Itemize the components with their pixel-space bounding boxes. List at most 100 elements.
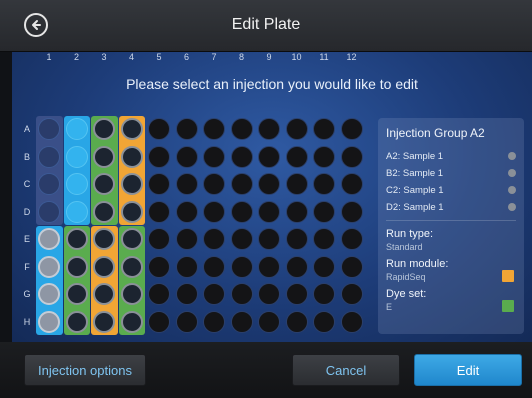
well-C6[interactable] [174,171,200,197]
well-H8[interactable] [229,309,255,335]
well-C11[interactable] [311,171,337,197]
well-D8[interactable] [229,199,255,225]
well-D4[interactable] [119,199,145,225]
well-E10[interactable] [284,226,310,252]
well-H9[interactable] [256,309,282,335]
well-B2[interactable] [64,144,90,170]
well-A5[interactable] [146,116,172,142]
well-F4[interactable] [119,254,145,280]
well-G10[interactable] [284,281,310,307]
well-D9[interactable] [256,199,282,225]
well-C3[interactable] [91,171,117,197]
well-D10[interactable] [284,199,310,225]
well-H12[interactable] [339,309,365,335]
well-C8[interactable] [229,171,255,197]
well-F11[interactable] [311,254,337,280]
well-H11[interactable] [311,309,337,335]
well-G6[interactable] [174,281,200,307]
well-B4[interactable] [119,144,145,170]
well-G2[interactable] [64,281,90,307]
well-A10[interactable] [284,116,310,142]
well-F6[interactable] [174,254,200,280]
injection-options-button[interactable]: Injection options [24,354,146,386]
well-C2[interactable] [64,171,90,197]
well-B3[interactable] [91,144,117,170]
well-A12[interactable] [339,116,365,142]
well-C9[interactable] [256,171,282,197]
well-G1[interactable] [36,281,62,307]
well-F7[interactable] [201,254,227,280]
well-F2[interactable] [64,254,90,280]
well-G7[interactable] [201,281,227,307]
well-A2[interactable] [64,116,90,142]
well-D1[interactable] [36,199,62,225]
well-G8[interactable] [229,281,255,307]
well-E2[interactable] [64,226,90,252]
well-A9[interactable] [256,116,282,142]
well-H2[interactable] [64,309,90,335]
well-B11[interactable] [311,144,337,170]
well-B12[interactable] [339,144,365,170]
well-C4[interactable] [119,171,145,197]
well-F9[interactable] [256,254,282,280]
well-B7[interactable] [201,144,227,170]
well-circle [148,255,170,278]
edit-button[interactable]: Edit [414,354,522,386]
well-F8[interactable] [229,254,255,280]
well-E9[interactable] [256,226,282,252]
well-E1[interactable] [36,226,62,252]
well-C1[interactable] [36,171,62,197]
well-C7[interactable] [201,171,227,197]
well-G5[interactable] [146,281,172,307]
well-G11[interactable] [311,281,337,307]
well-E6[interactable] [174,226,200,252]
well-D5[interactable] [146,199,172,225]
well-C10[interactable] [284,171,310,197]
well-E5[interactable] [146,226,172,252]
well-G9[interactable] [256,281,282,307]
well-E12[interactable] [339,226,365,252]
well-D6[interactable] [174,199,200,225]
well-A8[interactable] [229,116,255,142]
well-A7[interactable] [201,116,227,142]
well-E3[interactable] [91,226,117,252]
well-A6[interactable] [174,116,200,142]
well-B8[interactable] [229,144,255,170]
well-G12[interactable] [339,281,365,307]
well-D2[interactable] [64,199,90,225]
well-H1[interactable] [36,309,62,335]
well-A3[interactable] [91,116,117,142]
well-E4[interactable] [119,226,145,252]
well-A4[interactable] [119,116,145,142]
well-A1[interactable] [36,116,62,142]
well-A11[interactable] [311,116,337,142]
well-D3[interactable] [91,199,117,225]
well-B1[interactable] [36,144,62,170]
well-F1[interactable] [36,254,62,280]
well-D12[interactable] [339,199,365,225]
well-G4[interactable] [119,281,145,307]
well-B9[interactable] [256,144,282,170]
well-D7[interactable] [201,199,227,225]
well-E7[interactable] [201,226,227,252]
well-C5[interactable] [146,171,172,197]
well-F12[interactable] [339,254,365,280]
well-D11[interactable] [311,199,337,225]
well-H6[interactable] [174,309,200,335]
well-F10[interactable] [284,254,310,280]
well-B10[interactable] [284,144,310,170]
well-E8[interactable] [229,226,255,252]
well-E11[interactable] [311,226,337,252]
well-B5[interactable] [146,144,172,170]
well-F3[interactable] [91,254,117,280]
well-G3[interactable] [91,281,117,307]
well-C12[interactable] [339,171,365,197]
well-H7[interactable] [201,309,227,335]
well-H4[interactable] [119,309,145,335]
cancel-button[interactable]: Cancel [292,354,400,386]
well-B6[interactable] [174,144,200,170]
well-H3[interactable] [91,309,117,335]
well-F5[interactable] [146,254,172,280]
well-H5[interactable] [146,309,172,335]
well-H10[interactable] [284,309,310,335]
